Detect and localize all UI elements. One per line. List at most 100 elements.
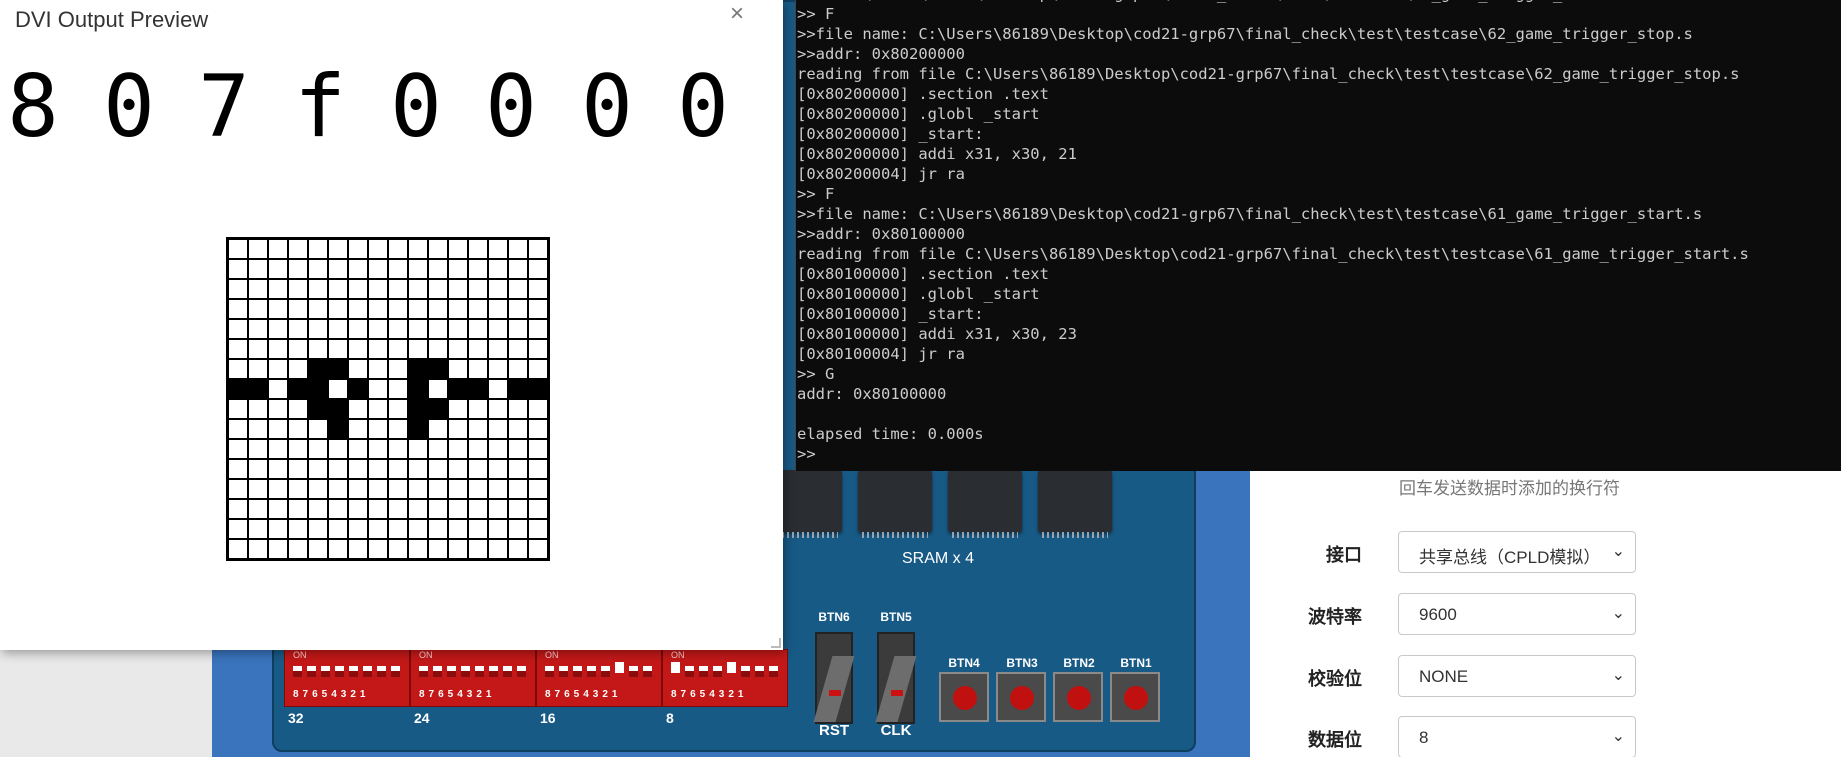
pixel-cell <box>509 240 527 258</box>
dip-switch[interactable] <box>377 666 386 677</box>
terminal-line: addr: 0x80100000 <box>797 385 947 403</box>
parity-select[interactable]: NONE ⌄ <box>1398 655 1636 697</box>
pixel-cell <box>449 440 467 458</box>
btn1-push-button[interactable] <box>1110 672 1160 722</box>
pixel-cell <box>429 300 447 318</box>
btn4-push-button[interactable] <box>939 672 989 722</box>
dip-switch[interactable] <box>713 666 722 677</box>
dip-switch[interactable] <box>293 666 302 677</box>
dip-switch[interactable] <box>545 666 554 677</box>
pixel-cell <box>349 340 367 358</box>
pixel-cell <box>469 280 487 298</box>
pixel-cell <box>269 260 287 278</box>
rst-toggle-switch[interactable] <box>815 632 853 724</box>
pixel-cell <box>469 320 487 338</box>
pixel-cell <box>329 280 347 298</box>
dip-switch-knob <box>293 671 302 677</box>
dip-switch[interactable] <box>475 666 484 677</box>
pixel-cell <box>389 420 407 438</box>
dip-switch[interactable] <box>727 662 736 673</box>
pixel-cell <box>489 540 507 558</box>
dip-switch[interactable] <box>461 666 470 677</box>
pixel-cell <box>329 480 347 498</box>
pixel-cell <box>269 300 287 318</box>
pixel-cell <box>529 240 547 258</box>
pixel-cell <box>309 500 327 518</box>
pixel-cell <box>249 440 267 458</box>
pixel-cell <box>489 500 507 518</box>
pixel-cell <box>289 260 307 278</box>
dip-switch[interactable] <box>335 666 344 677</box>
pixel-cell <box>469 340 487 358</box>
dip-switch[interactable] <box>489 666 498 677</box>
push-button-label: BTN2 <box>1063 656 1095 670</box>
btn2-push-button[interactable] <box>1053 672 1103 722</box>
seven-segment-display: 807f0000 <box>0 62 783 152</box>
pixel-cell <box>309 380 327 398</box>
dip-switch[interactable] <box>363 666 372 677</box>
dip-switch[interactable] <box>587 666 596 677</box>
pixel-cell <box>429 480 447 498</box>
terminal-window[interactable]: file C:\Users\86189\Desktop\cod21-grp67\… <box>795 0 1841 471</box>
pixel-cell <box>329 520 347 538</box>
dip-switch[interactable] <box>517 666 526 677</box>
data-bits-select[interactable]: 8 ⌄ <box>1398 716 1636 757</box>
pixel-cell <box>289 480 307 498</box>
pixel-cell <box>489 380 507 398</box>
pixel-cell <box>509 540 527 558</box>
dip-switch[interactable] <box>643 666 652 677</box>
pixel-cell <box>509 420 527 438</box>
dip-switch[interactable] <box>573 666 582 677</box>
pixel-cell <box>529 320 547 338</box>
pixel-cell <box>449 520 467 538</box>
dip-switch[interactable] <box>629 666 638 677</box>
pixel-cell <box>449 340 467 358</box>
dip-switch[interactable] <box>699 666 708 677</box>
dip-switch-knob <box>769 671 778 677</box>
dip-switch[interactable] <box>433 666 442 677</box>
pixel-cell <box>529 460 547 478</box>
pixel-cell <box>329 400 347 418</box>
pixel-cell <box>469 500 487 518</box>
terminal-line: [0x80100000] .section .text <box>797 265 1049 283</box>
dip-switch[interactable] <box>349 666 358 677</box>
pixel-cell <box>389 340 407 358</box>
baud-rate-select[interactable]: 9600 ⌄ <box>1398 593 1636 635</box>
dip-switch[interactable] <box>741 666 750 677</box>
close-icon[interactable]: × <box>730 0 744 28</box>
dip-switch[interactable] <box>391 666 400 677</box>
dip-switch[interactable] <box>447 666 456 677</box>
pixel-cell <box>449 420 467 438</box>
pixel-cell <box>389 520 407 538</box>
pixel-cell <box>269 280 287 298</box>
dip-switch[interactable] <box>755 666 764 677</box>
btn3-push-button[interactable] <box>996 672 1046 722</box>
interface-label: 接口 <box>1326 545 1362 565</box>
push-button-label: BTN3 <box>1006 656 1038 670</box>
chevron-down-icon: ⌄ <box>1611 605 1625 622</box>
dip-switch[interactable] <box>769 666 778 677</box>
dip-switch[interactable] <box>419 666 428 677</box>
pixel-cell <box>269 480 287 498</box>
interface-select[interactable]: 共享总线（CPLD模拟） ⌄ <box>1398 531 1636 573</box>
sram-chip <box>858 470 932 538</box>
dip-switch[interactable] <box>615 662 624 673</box>
pixel-cell <box>349 360 367 378</box>
pixel-cell <box>309 460 327 478</box>
dip-switch-knob <box>713 671 722 677</box>
pixel-cell <box>389 460 407 478</box>
dip-switch-knob <box>391 671 400 677</box>
dip-switch[interactable] <box>307 666 316 677</box>
dip-switch[interactable] <box>671 662 680 673</box>
segment-digit: 8 <box>7 57 59 157</box>
pixel-cell <box>229 540 247 558</box>
dip-switch[interactable] <box>559 666 568 677</box>
terminal-line: >> <box>797 445 816 463</box>
pixel-cell <box>409 500 427 518</box>
resize-grip-icon[interactable] <box>771 638 781 648</box>
dip-switch[interactable] <box>685 666 694 677</box>
dip-switch[interactable] <box>321 666 330 677</box>
dip-switch[interactable] <box>503 666 512 677</box>
dip-switch[interactable] <box>601 666 610 677</box>
clk-toggle-switch[interactable] <box>877 632 915 724</box>
